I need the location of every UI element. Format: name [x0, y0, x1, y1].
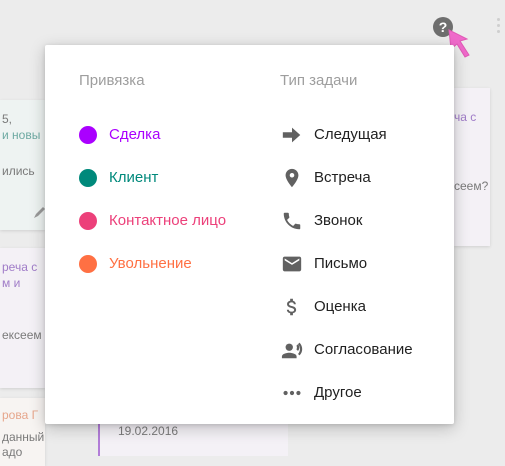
task-type-label: Оценка	[314, 297, 366, 315]
binding-item-contact[interactable]: Контактное лицо	[79, 199, 226, 242]
task-type-label: Звонок	[314, 211, 363, 229]
background-text: ились	[2, 164, 35, 178]
background-text: м и	[2, 276, 21, 290]
task-type-approval[interactable]: Согласование	[280, 328, 413, 371]
binding-label: Сделка	[109, 125, 161, 143]
background-card-left-3: рова Г данный адо	[0, 398, 45, 466]
mail-icon	[280, 252, 304, 276]
task-date: 19.02.2016	[118, 424, 179, 438]
task-type-call[interactable]: Звонок	[280, 199, 413, 242]
binding-title: Привязка	[79, 72, 145, 89]
color-dot-icon	[79, 211, 97, 230]
arrow-right-icon	[280, 123, 304, 147]
task-type-next[interactable]: Следущая	[280, 113, 413, 156]
voice-person-icon	[280, 338, 304, 362]
more-horizontal-icon	[280, 381, 304, 405]
binding-label: Контактное лицо	[109, 211, 227, 229]
background-text: реча с	[2, 260, 38, 274]
binding-label: Увольнение	[109, 254, 192, 272]
background-text: данный	[2, 430, 45, 444]
binding-item-client[interactable]: Клиент	[79, 156, 226, 199]
binding-item-dismissal[interactable]: Увольнение	[79, 242, 226, 285]
task-type-label: Согласование	[314, 340, 413, 358]
task-type-meeting[interactable]: Встреча	[280, 156, 413, 199]
background-text: ча с	[454, 110, 477, 124]
task-type-other[interactable]: Другое	[280, 371, 413, 414]
legend-popup: Привязка Сделка Клиент Контактное лицо У…	[45, 45, 454, 424]
task-type-label: Письмо	[314, 254, 368, 272]
binding-item-deal[interactable]: Сделка	[79, 113, 226, 156]
background-text: и новы	[2, 128, 41, 142]
background-text: ексеем	[2, 328, 42, 342]
binding-column: Привязка Сделка Клиент Контактное лицо У…	[79, 71, 226, 285]
phone-icon	[280, 209, 304, 233]
dollar-icon	[280, 295, 304, 319]
background-text: 5,	[2, 112, 13, 126]
background-text: адо	[2, 445, 23, 459]
background-card-right: ча с сеем?	[454, 88, 490, 246]
more-vertical-icon[interactable]	[497, 18, 500, 36]
color-dot-icon	[79, 125, 97, 144]
task-type-label: Встреча	[314, 168, 371, 186]
task-type-column: Тип задачи Следущая Встреча Звонок Письм…	[280, 71, 413, 414]
task-type-letter[interactable]: Письмо	[280, 242, 413, 285]
task-type-estimate[interactable]: Оценка	[280, 285, 413, 328]
color-dot-icon	[79, 254, 97, 273]
task-type-title: Тип задачи	[280, 72, 358, 89]
background-card-left-2: реча с м и ексеем	[0, 248, 45, 388]
background-card-middle: 19.02.2016	[98, 424, 288, 456]
task-type-label: Следущая	[314, 125, 387, 143]
binding-label: Клиент	[109, 168, 159, 186]
background-text: рова Г	[2, 408, 39, 422]
task-type-label: Другое	[314, 383, 362, 401]
color-dot-icon	[79, 168, 97, 187]
background-text: сеем?	[454, 179, 489, 193]
location-pin-icon	[280, 166, 304, 190]
